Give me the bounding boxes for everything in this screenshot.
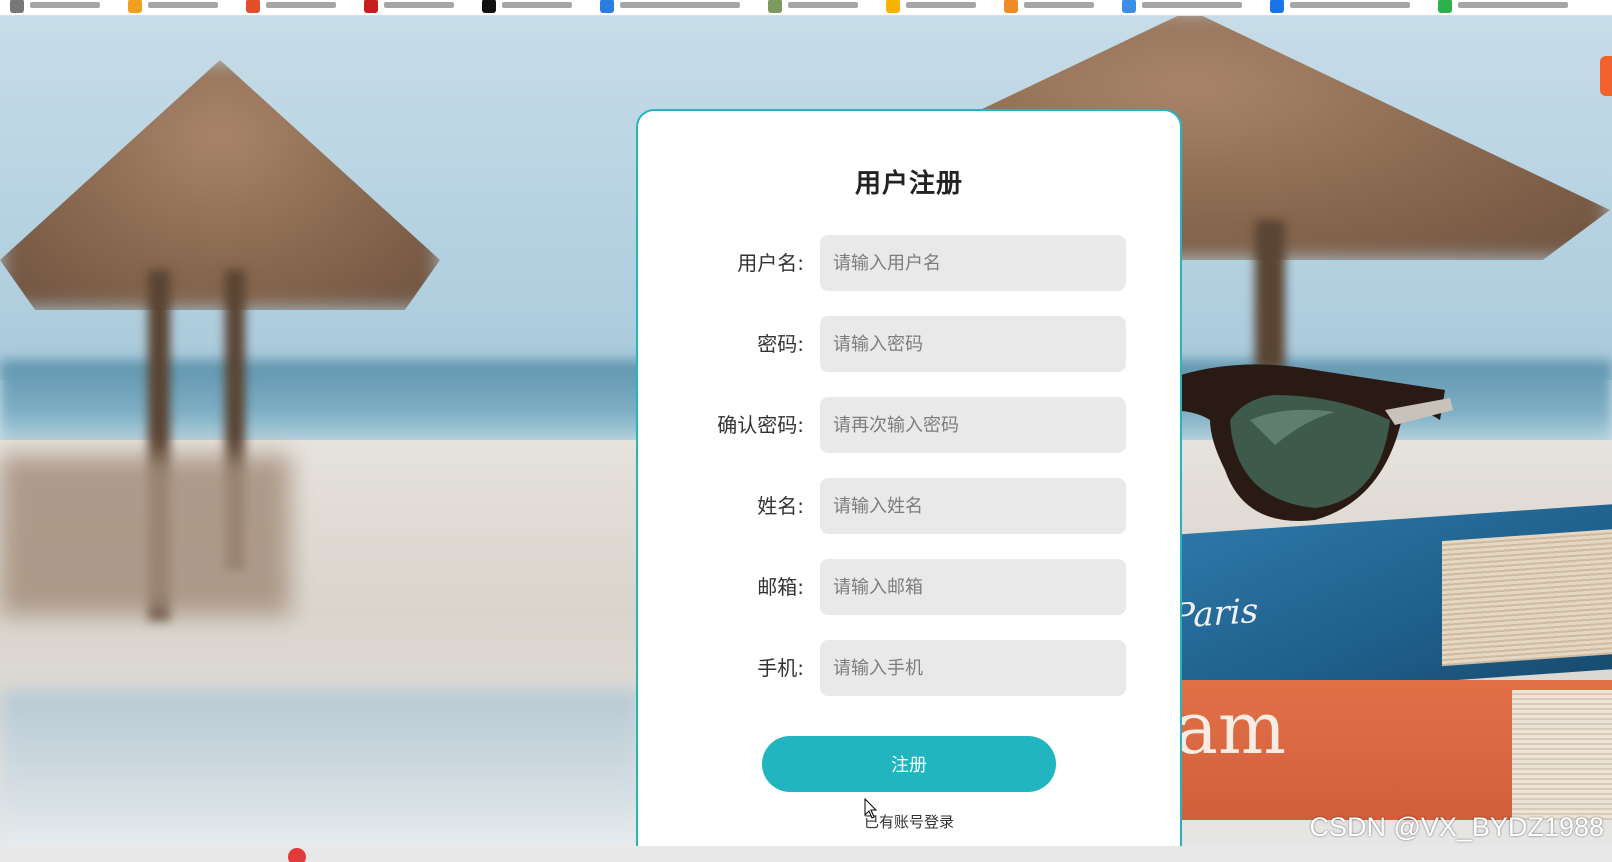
- bookmark-icon: [246, 0, 260, 13]
- bookmark-item[interactable]: [1438, 0, 1568, 15]
- bookmark-item[interactable]: [482, 0, 572, 15]
- password-label: 密码:: [757, 332, 804, 356]
- bookmark-icon: [1270, 0, 1284, 13]
- register-button[interactable]: 注册: [762, 736, 1056, 792]
- background-book-orange: am: [1160, 680, 1612, 820]
- book-blue-text: Paris: [1172, 590, 1259, 637]
- bookmark-icon: [1122, 0, 1136, 13]
- bookmark-item[interactable]: [1122, 0, 1242, 15]
- bookmark-icon: [364, 0, 378, 13]
- background-book-blue: Paris: [1160, 504, 1612, 701]
- bookmark-icon: [10, 0, 24, 13]
- bottom-strip: [0, 846, 1612, 862]
- background-deck: [0, 690, 640, 862]
- side-widget-tab[interactable]: [1600, 56, 1612, 96]
- name-label: 姓名:: [757, 494, 804, 518]
- confirm-password-label: 确认密码:: [717, 413, 804, 437]
- mouse-cursor-icon: [864, 798, 878, 819]
- bookmark-icon: [600, 0, 614, 13]
- register-card: 用户注册 用户名: 密码: 确认密码: 姓名: 邮箱: 手机: 注册 已有账号登…: [636, 109, 1182, 862]
- email-row: 邮箱:: [638, 559, 1180, 615]
- book-pages: [1512, 690, 1612, 820]
- bookmark-icon: [482, 0, 496, 13]
- record-indicator-icon: [288, 848, 306, 862]
- bookmark-item[interactable]: [128, 0, 218, 15]
- bookmark-icon: [1004, 0, 1018, 13]
- username-label: 用户名:: [737, 251, 804, 275]
- bookmark-item[interactable]: [600, 0, 740, 15]
- bookmark-item[interactable]: [10, 0, 100, 15]
- bookmark-item[interactable]: [886, 0, 976, 15]
- confirm-password-input[interactable]: [820, 397, 1126, 453]
- bookmarks-bar: [0, 0, 1612, 16]
- bookmark-item[interactable]: [246, 0, 336, 15]
- username-input[interactable]: [820, 235, 1126, 291]
- watermark-text: CSDN @VX_BYDZ1988: [1309, 812, 1604, 842]
- password-row: 密码:: [638, 316, 1180, 372]
- phone-label: 手机:: [757, 656, 804, 680]
- bookmark-icon: [768, 0, 782, 13]
- bookmark-icon: [886, 0, 900, 13]
- name-row: 姓名:: [638, 478, 1180, 534]
- background-pole: [1255, 220, 1285, 370]
- background-beach-chair: [0, 455, 290, 615]
- bookmark-icon: [128, 0, 142, 13]
- sunglasses-image: [1165, 364, 1453, 521]
- email-label: 邮箱:: [757, 575, 804, 599]
- bookmark-icon: [1438, 0, 1452, 13]
- book-orange-text: am: [1175, 686, 1287, 770]
- bookmark-item[interactable]: [1004, 0, 1094, 15]
- username-row: 用户名:: [638, 235, 1180, 291]
- phone-input[interactable]: [820, 640, 1126, 696]
- book-pages: [1442, 529, 1612, 667]
- email-input[interactable]: [820, 559, 1126, 615]
- bookmark-item[interactable]: [364, 0, 454, 15]
- name-input[interactable]: [820, 478, 1126, 534]
- register-title: 用户注册: [854, 169, 963, 199]
- password-input[interactable]: [820, 316, 1126, 372]
- login-link[interactable]: 已有账号登录: [638, 811, 1180, 832]
- confirm-password-row: 确认密码:: [638, 397, 1180, 453]
- bookmark-item[interactable]: [1270, 0, 1410, 15]
- phone-row: 手机:: [638, 640, 1180, 696]
- bookmark-item[interactable]: [768, 0, 858, 15]
